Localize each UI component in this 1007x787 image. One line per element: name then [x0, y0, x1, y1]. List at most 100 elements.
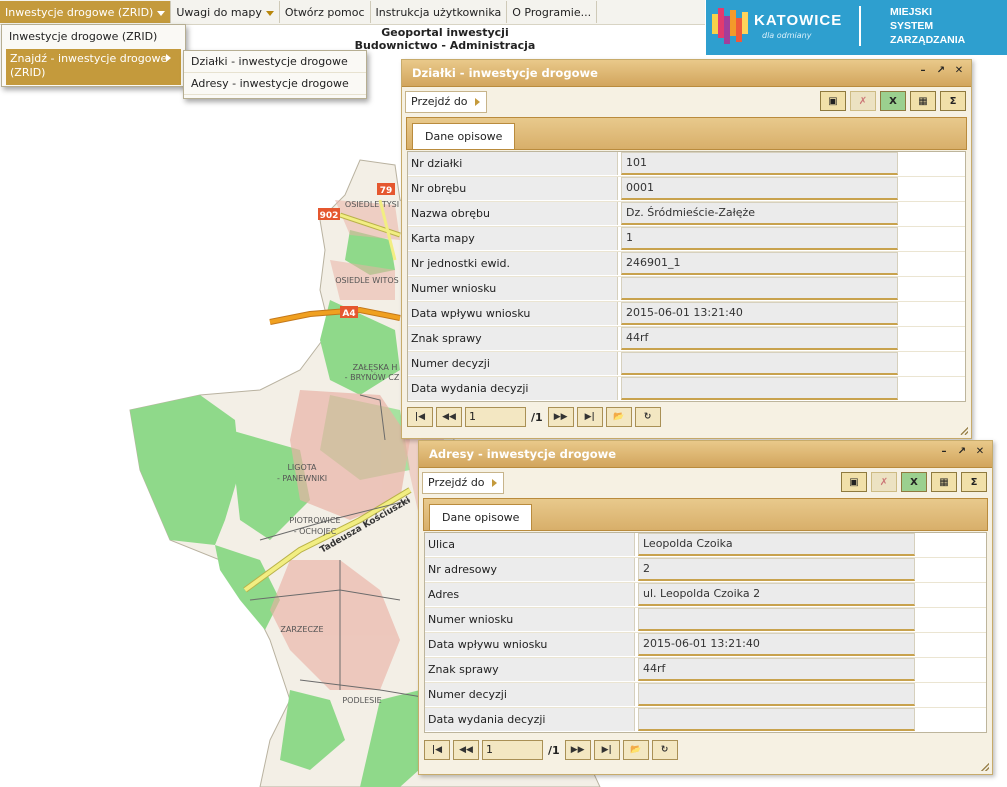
row-value[interactable]	[638, 608, 915, 631]
dropdown-item-znajdz[interactable]: Znajdź - inwestycje drogowe (ZRID)	[6, 49, 181, 85]
resize-handle[interactable]	[981, 763, 989, 771]
minimize-icon[interactable]: –	[938, 446, 950, 458]
row-value[interactable]: Dz. Śródmieście-Załęże	[621, 202, 898, 225]
row-label: Data wydania decyzji	[425, 708, 635, 731]
grid-row: Data wpływu wniosku 2015-06-01 13:21:40	[425, 633, 986, 658]
goto-label: Przejdź do	[428, 476, 485, 489]
menu-item-label: O Programie...	[512, 6, 592, 19]
tab-strip: Dane opisowe	[406, 117, 967, 150]
window-header[interactable]: Adresy - inwestycje drogowe – ↗ ✕	[419, 441, 992, 468]
last-page-button[interactable]: ▶|	[576, 407, 603, 427]
window-toolbar: Przejdź do ▣ ✗ X ▦ Σ	[405, 89, 968, 113]
map-label-piotrowice-1: PIOTROWICE	[289, 516, 340, 525]
sum-icon[interactable]: Σ	[961, 472, 987, 492]
logo-system-line: ZARZĄDZANIA	[890, 34, 966, 46]
page-title: Geoportal inwestycji Budownictwo - Admin…	[325, 26, 565, 52]
goto-button[interactable]: Przejdź do	[405, 91, 487, 113]
prev-page-button[interactable]: ◀◀	[453, 740, 479, 760]
window-title: Adresy - inwestycje drogowe	[429, 447, 617, 461]
popout-icon[interactable]: ↗	[956, 446, 968, 458]
row-label: Numer wniosku	[425, 608, 635, 631]
grid-row: Numer wniosku	[408, 277, 965, 302]
row-value[interactable]: ul. Leopolda Czoika 2	[638, 583, 915, 606]
zoom-to-feature-icon[interactable]: ▣	[841, 472, 867, 492]
first-page-button[interactable]: |◀	[424, 740, 450, 760]
row-value[interactable]: 101	[621, 152, 898, 175]
tab-dane-opisowe[interactable]: Dane opisowe	[412, 123, 516, 149]
submenu-item-dzialki[interactable]: Działki - inwestycje drogowe	[184, 51, 366, 73]
minimize-icon[interactable]: –	[917, 65, 929, 77]
resize-handle[interactable]	[960, 427, 968, 435]
page-total: /1	[531, 410, 543, 424]
zoom-to-feature-icon[interactable]: ▣	[820, 91, 846, 111]
row-label: Nr adresowy	[425, 558, 635, 581]
row-value[interactable]	[638, 683, 915, 706]
pager: |◀ ◀◀ 1 /1 ▶▶ ▶| 📂 ↻	[407, 407, 661, 427]
excel-export-icon[interactable]: X	[901, 472, 927, 492]
chevron-down-icon	[265, 10, 274, 16]
row-value[interactable]	[621, 277, 898, 300]
grid-row: Data wydania decyzji	[425, 708, 986, 732]
row-label: Adres	[425, 583, 635, 606]
open-folder-icon[interactable]: 📂	[622, 740, 649, 760]
menu-inwestycje-drogowe[interactable]: Inwestycje drogowe (ZRID)	[0, 1, 172, 23]
clear-selection-icon[interactable]: ✗	[871, 472, 897, 492]
menu-o-programie[interactable]: O Programie...	[507, 1, 598, 23]
row-value[interactable]: 44rf	[638, 658, 915, 681]
row-value[interactable]: 0001	[621, 177, 898, 200]
row-label: Data wydania decyzji	[408, 377, 618, 400]
page-input[interactable]: 1	[465, 407, 526, 427]
popout-icon[interactable]: ↗	[935, 65, 947, 77]
row-label: Nr działki	[408, 152, 618, 175]
refresh-icon[interactable]: ↻	[634, 407, 661, 427]
window-header[interactable]: Działki - inwestycje drogowe – ↗ ✕	[402, 60, 971, 87]
menu-otworz-pomoc[interactable]: Otwórz pomoc	[280, 1, 371, 23]
page-input[interactable]: 1	[482, 740, 543, 760]
table-view-icon[interactable]: ▦	[910, 91, 936, 111]
row-value[interactable]: 246901_1	[621, 252, 898, 275]
menu-instrukcja-uzytkownika[interactable]: Instrukcja użytkownika	[371, 1, 508, 23]
map-label-piotrowice-2: - OCHOJEC	[294, 527, 337, 536]
row-value[interactable]	[621, 377, 898, 400]
row-value[interactable]: 1	[621, 227, 898, 250]
row-value[interactable]	[621, 352, 898, 375]
excel-export-icon[interactable]: X	[880, 91, 906, 111]
map-label-ligota-1: LIGOTA	[287, 463, 317, 472]
row-value[interactable]	[638, 708, 915, 731]
row-value[interactable]: Leopolda Czoika	[638, 533, 915, 556]
refresh-icon[interactable]: ↻	[651, 740, 678, 760]
map-label-79: 79	[380, 186, 393, 196]
last-page-button[interactable]: ▶|	[593, 740, 620, 760]
close-icon[interactable]: ✕	[953, 65, 965, 77]
row-label: Data wpływu wniosku	[408, 302, 618, 325]
submenu-item-adresy[interactable]: Adresy - inwestycje drogowe	[184, 73, 366, 95]
row-value[interactable]: 44rf	[621, 327, 898, 350]
close-icon[interactable]: ✕	[974, 446, 986, 458]
logo-system-name: MIEJSKI SYSTEM ZARZĄDZANIA	[890, 5, 965, 47]
goto-button[interactable]: Przejdź do	[422, 472, 504, 494]
tab-dane-opisowe[interactable]: Dane opisowe	[429, 504, 533, 530]
next-page-button[interactable]: ▶▶	[547, 407, 574, 427]
first-page-button[interactable]: |◀	[407, 407, 433, 427]
window-adresy: Adresy - inwestycje drogowe – ↗ ✕ Przejd…	[418, 440, 993, 775]
logo-system-line: MIEJSKI	[890, 6, 933, 18]
prev-page-button[interactable]: ◀◀	[436, 407, 462, 427]
open-folder-icon[interactable]: 📂	[605, 407, 632, 427]
grid-row: Numer decyzji	[425, 683, 986, 708]
row-value[interactable]: 2015-06-01 13:21:40	[638, 633, 915, 656]
logo-system-line: SYSTEM	[890, 20, 934, 32]
sum-icon[interactable]: Σ	[940, 91, 966, 111]
row-value[interactable]: 2	[638, 558, 915, 581]
table-view-icon[interactable]: ▦	[931, 472, 957, 492]
next-page-button[interactable]: ▶▶	[564, 740, 591, 760]
grid-row: Nr obrębu 0001	[408, 177, 965, 202]
chevron-right-icon	[166, 54, 171, 62]
menu-uwagi-do-mapy[interactable]: Uwagi do mapy	[171, 1, 280, 23]
grid-row: Data wpływu wniosku 2015-06-01 13:21:40	[408, 302, 965, 327]
dropdown-item-inwestycje-zrid[interactable]: Inwestycje drogowe (ZRID)	[2, 25, 185, 49]
window-toolbar: Przejdź do ▣ ✗ X ▦ Σ	[422, 470, 989, 494]
clear-selection-icon[interactable]: ✗	[850, 91, 876, 111]
row-value[interactable]: 2015-06-01 13:21:40	[621, 302, 898, 325]
map-label-tysiaclecia: OSIEDLE TYSI	[345, 200, 399, 209]
row-label: Znak sprawy	[408, 327, 618, 350]
